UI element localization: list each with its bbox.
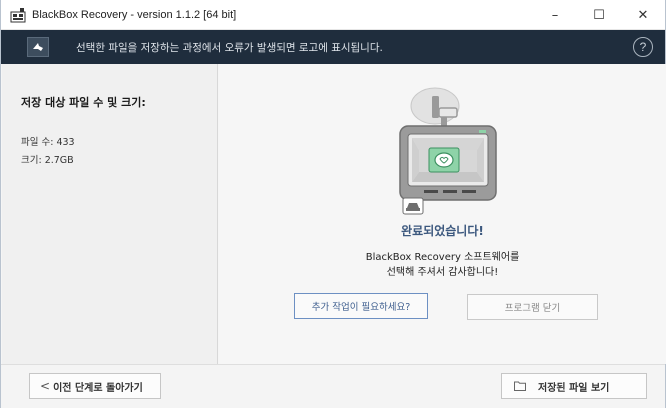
footer-bar: < 이전 단계로 돌아가기 저장된 파일 보기 [1, 364, 665, 408]
file-count: 파일 수: 433 [21, 137, 75, 148]
summary-title: 저장 대상 파일 수 및 크기: [21, 96, 146, 109]
chevron-left-icon: < [40, 379, 51, 393]
title-bar: BlackBox Recovery - version 1.1.2 [64 bi… [1, 0, 665, 30]
summary-panel: 저장 대상 파일 수 및 크기: 파일 수: 433 크기: 2.7GB [2, 64, 218, 364]
header-bar: 선택한 파일을 저장하는 과정에서 오류가 발생되면 로고에 표시됩니다. ? [1, 30, 665, 64]
folder-icon [514, 381, 526, 391]
result-panel: 완료되었습니다! BlackBox Recovery 소프트웨어를 선택해 주셔… [219, 64, 666, 364]
app-icon [10, 7, 26, 22]
back-arrow-icon [33, 43, 43, 51]
view-saved-label: 저장된 파일 보기 [538, 382, 610, 394]
total-size: 크기: 2.7GB [21, 155, 74, 166]
completion-title: 완료되었습니다! [401, 224, 484, 238]
view-saved-files-button[interactable]: 저장된 파일 보기 [501, 373, 647, 399]
app-window: BlackBox Recovery - version 1.1.2 [64 bi… [0, 0, 666, 408]
thanks-line-1: BlackBox Recovery 소프트웨어를 [365, 252, 520, 263]
window-controls: – ☐ ✕ [533, 0, 665, 30]
help-icon[interactable]: ? [633, 37, 653, 57]
minimize-button[interactable]: – [533, 0, 577, 30]
maximize-button[interactable]: ☐ [577, 0, 621, 30]
back-button[interactable] [27, 37, 49, 57]
prev-step-button[interactable]: < 이전 단계로 돌아가기 [29, 373, 161, 399]
prev-step-label: 이전 단계로 돌아가기 [53, 382, 143, 394]
close-program-button[interactable]: 프로그램 닫기 [467, 294, 598, 320]
dashcam-icon [399, 87, 497, 215]
close-button[interactable]: ✕ [621, 0, 665, 30]
window-title: BlackBox Recovery - version 1.1.2 [64 bi… [32, 8, 237, 21]
header-message: 선택한 파일을 저장하는 과정에서 오류가 발생되면 로고에 표시됩니다. [76, 41, 383, 54]
thanks-line-2: 선택해 주셔서 감사합니다! [386, 267, 499, 278]
more-work-button[interactable]: 추가 작업이 필요하세요? [294, 293, 428, 319]
